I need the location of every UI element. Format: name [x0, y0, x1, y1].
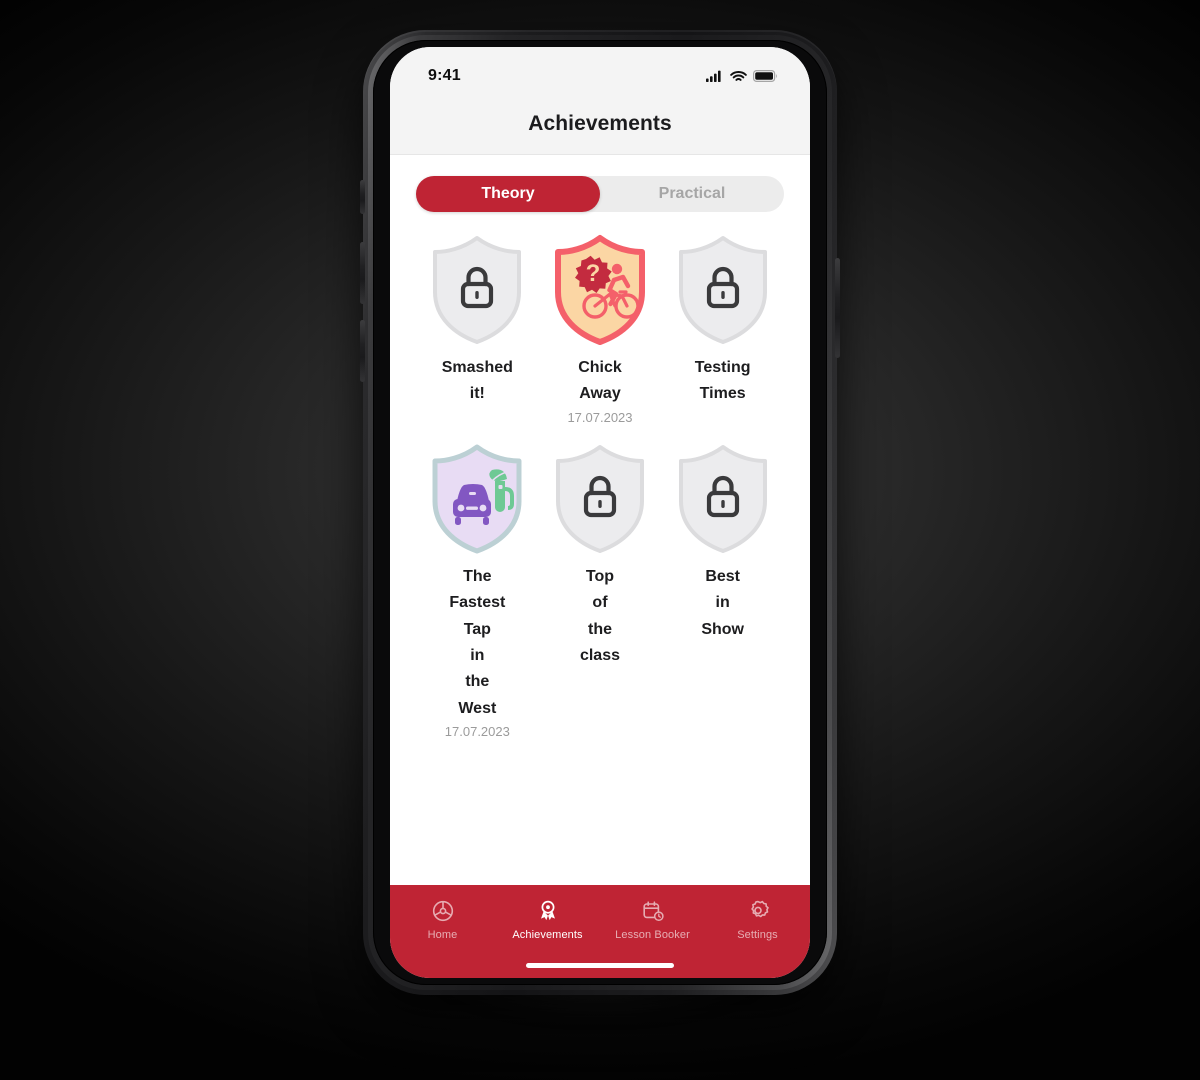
- tab-theory[interactable]: Theory: [416, 176, 600, 212]
- tab-label: Home: [427, 929, 458, 941]
- volume-down-button[interactable]: [360, 320, 365, 382]
- status-bar-icons: [706, 69, 778, 82]
- status-bar-time: 9:41: [428, 66, 461, 84]
- gear-icon: [750, 900, 769, 918]
- page-title: Achievements: [528, 112, 672, 135]
- locked-shield-icon: [433, 236, 522, 344]
- achievement-card-testing-times[interactable]: Testing Times: [661, 234, 784, 410]
- steering-wheel-icon: [432, 900, 453, 922]
- tab-lesson-booker[interactable]: Lesson Booker: [600, 899, 705, 941]
- power-button[interactable]: [835, 258, 840, 358]
- main-content: Theory Practical Smashed it! ? Chick Awa…: [390, 155, 810, 885]
- home-indicator[interactable]: [526, 963, 674, 968]
- tab-achievements[interactable]: Achievements: [495, 899, 600, 941]
- svg-text:?: ?: [586, 260, 601, 287]
- achievement-card-top-of-the-class[interactable]: Top of the class: [539, 443, 662, 672]
- tab-label: Achievements: [512, 929, 583, 941]
- achievement-card-smashed-it[interactable]: Smashed it!: [416, 234, 539, 410]
- achievement-title: Smashed it!: [441, 359, 513, 403]
- calendar-clock-icon: [642, 901, 664, 922]
- achievement-title: Top of the class: [579, 567, 620, 664]
- locked-shield-icon: [678, 444, 767, 553]
- wifi-icon: [730, 70, 747, 81]
- achievement-title: Testing Times: [694, 359, 751, 403]
- tab-settings[interactable]: Settings: [705, 899, 810, 941]
- achievement-title: The Fastest Tap in the West: [449, 567, 506, 717]
- achievement-grid: Smashed it! ? Chick Away 17.07.2023 Test…: [416, 234, 784, 739]
- nav-header: Achievements: [390, 94, 810, 155]
- achievement-card-best-in-show[interactable]: Best in Show: [661, 443, 784, 645]
- tab-label: Lesson Booker: [615, 929, 690, 941]
- segmented-control: Theory Practical: [416, 176, 784, 212]
- achievement-title: Best in Show: [701, 567, 744, 638]
- achievement-title: Chick Away: [578, 359, 622, 403]
- phone-device: 9:41 Achievements Theory Practical Smash…: [360, 30, 840, 1030]
- battery-icon: [753, 69, 777, 82]
- achievement-card-chick-away[interactable]: ? Chick Away 17.07.2023: [539, 234, 662, 425]
- locked-shield-icon: [678, 236, 767, 344]
- locked-shield-icon: [555, 444, 644, 553]
- cyclist-quiz-shield-icon: ?: [554, 235, 645, 345]
- award-ribbon-icon: [540, 900, 555, 921]
- bottom-tab-bar: Home Achievements Lesson Booker Settings: [390, 885, 810, 978]
- achievement-date: 17.07.2023: [567, 409, 633, 425]
- phone-screen: 9:41 Achievements Theory Practical Smash…: [390, 47, 810, 978]
- achievement-date: 17.07.2023: [444, 724, 510, 740]
- status-bar: 9:41: [390, 47, 810, 94]
- tab-label: Settings: [737, 929, 778, 941]
- eco-car-shield-icon: [432, 444, 522, 554]
- tab-practical[interactable]: Practical: [600, 176, 784, 212]
- tab-home[interactable]: Home: [390, 899, 495, 941]
- volume-up-button[interactable]: [360, 242, 365, 304]
- silent-switch-button[interactable]: [360, 180, 365, 214]
- cellular-signal-icon: [706, 70, 721, 82]
- achievement-card-fastest-tap-in-the-west[interactable]: The Fastest Tap in the West 17.07.2023: [416, 443, 539, 739]
